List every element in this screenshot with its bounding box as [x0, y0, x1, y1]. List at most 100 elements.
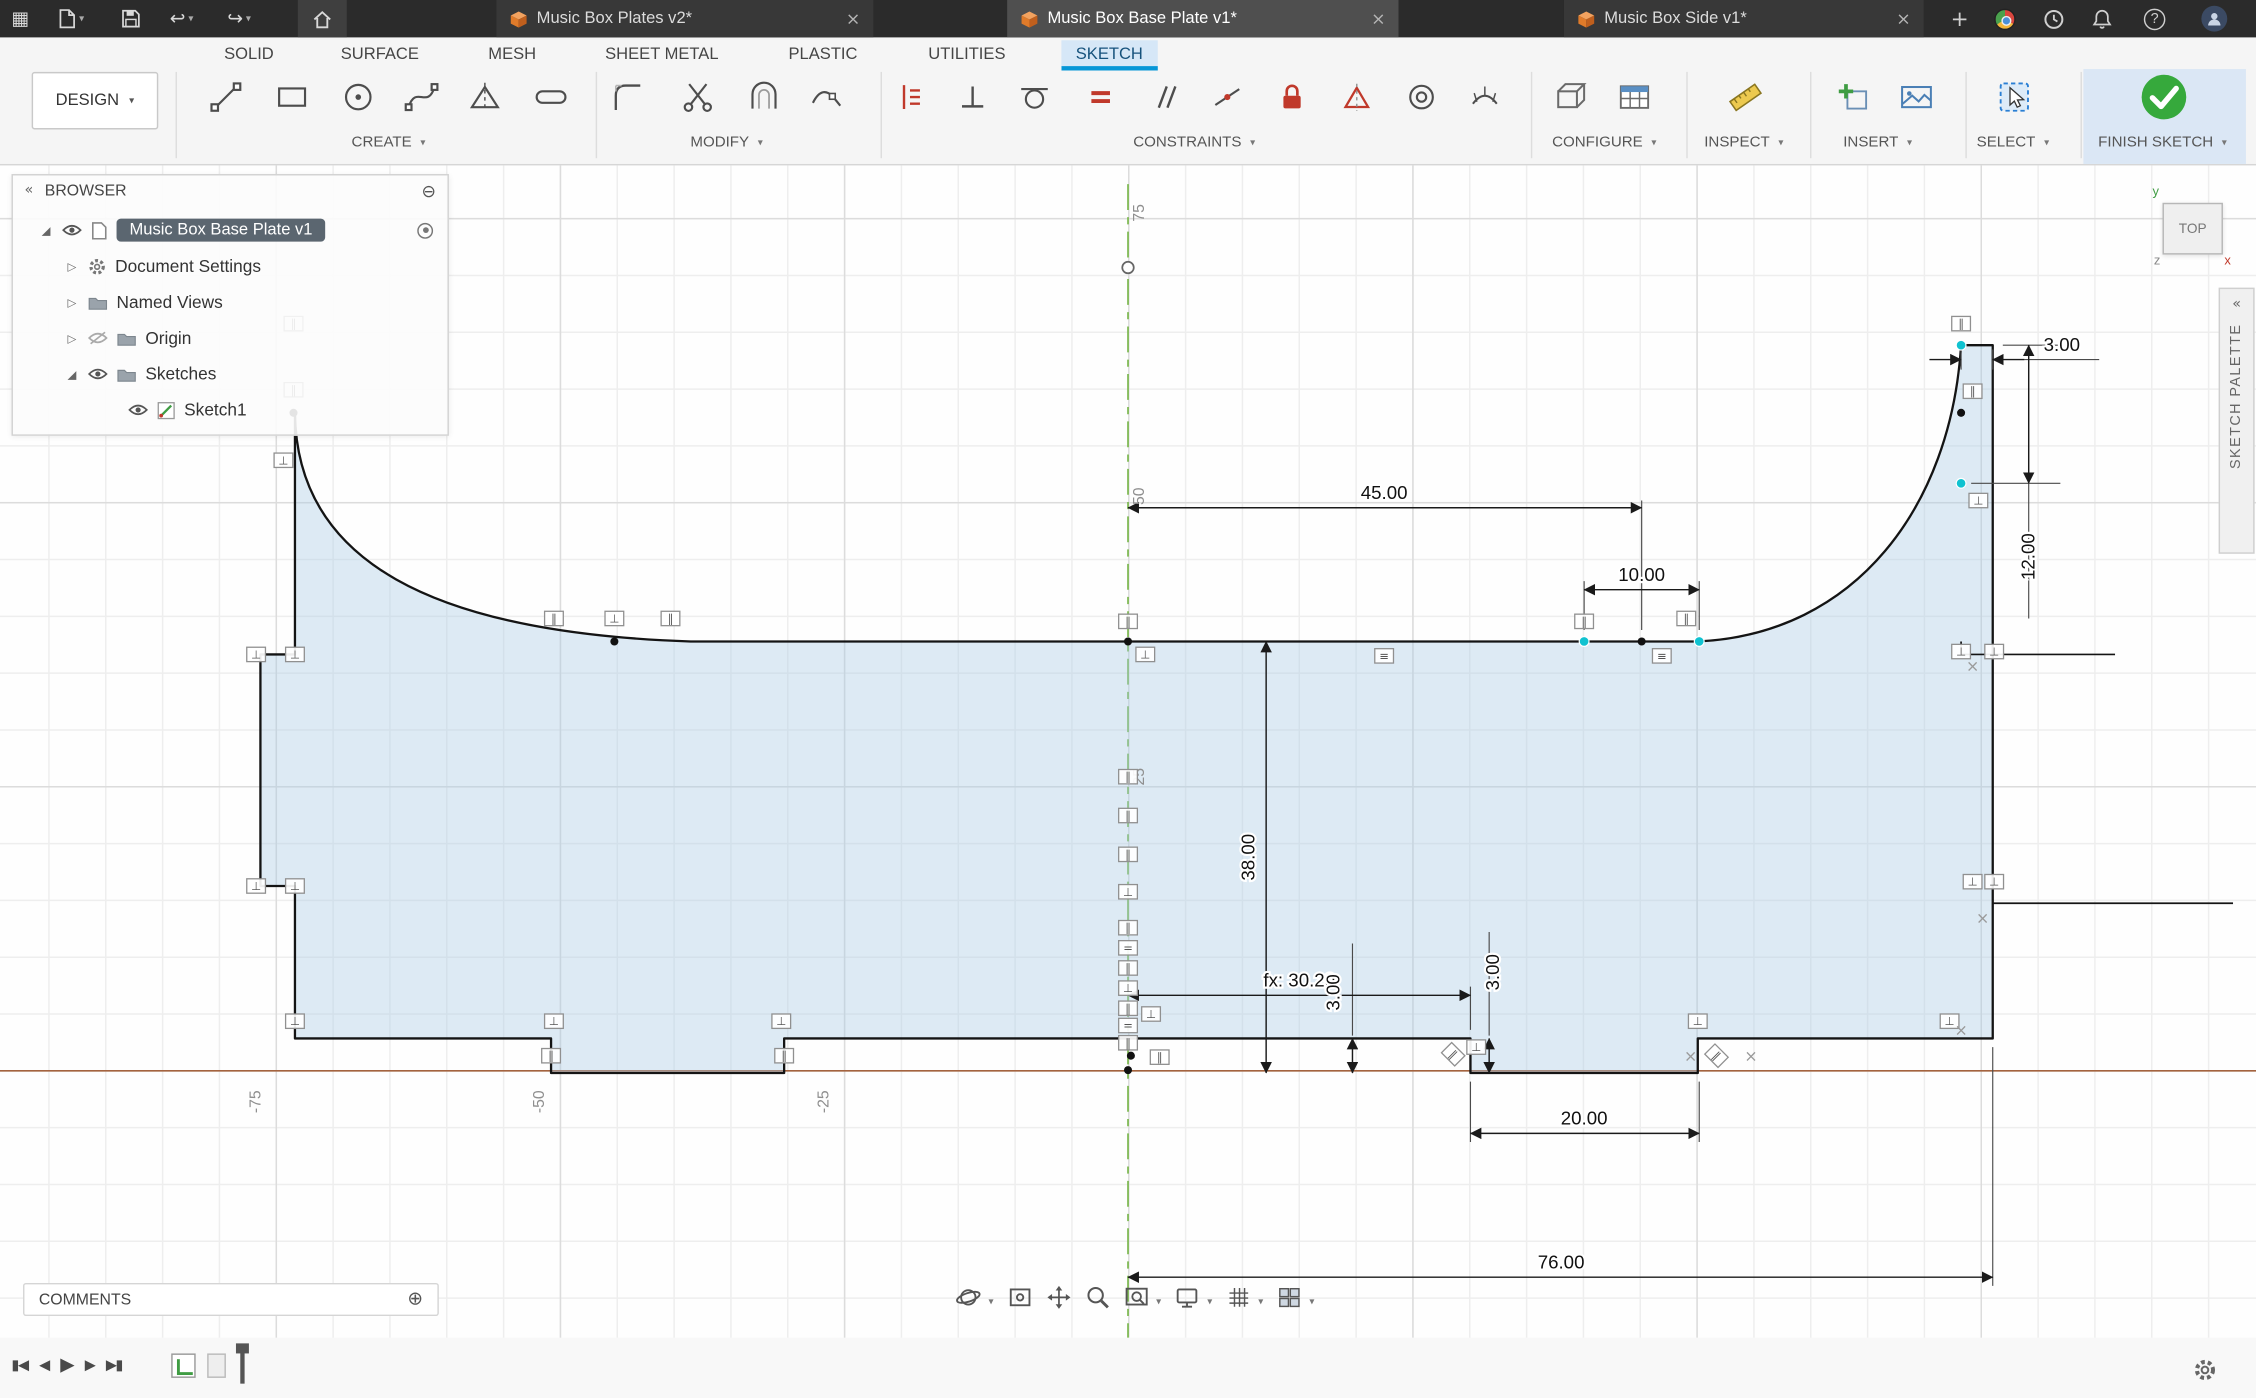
close-tab-icon[interactable]: × — [1896, 9, 1910, 29]
activate-component-radio[interactable] — [417, 222, 433, 238]
constraint-badge-icon[interactable]: ∥ — [1119, 961, 1138, 975]
constraint-badge-icon[interactable]: ∥ — [1119, 769, 1138, 783]
tab-plastic[interactable]: PLASTIC — [774, 40, 872, 70]
timeline-playhead[interactable] — [240, 1346, 244, 1383]
constraint-badge-icon[interactable]: ⊥ — [605, 611, 624, 625]
constraint-badge-icon[interactable]: ∥ — [1119, 614, 1138, 628]
timeline-go-to-end-button[interactable]: ▶▮ — [106, 1357, 122, 1373]
constraint-badge-icon[interactable]: ⊥ — [1963, 874, 1982, 888]
sketch-spline-button[interactable] — [403, 78, 440, 123]
comments-bar[interactable]: COMMENTS ⊕ — [23, 1283, 439, 1316]
close-tab-icon[interactable]: × — [1371, 9, 1385, 29]
home-button[interactable] — [298, 0, 347, 37]
constraint-badge-icon[interactable]: ∥ — [661, 611, 680, 625]
sketch-mark-icon[interactable]: × — [1954, 1021, 1967, 1040]
curvature-constraint-button[interactable] — [1468, 80, 1503, 122]
design-workspace-selector[interactable]: DESIGN ▾ — [32, 72, 159, 130]
group-select[interactable]: SELECT▾ — [1977, 134, 2049, 151]
constraint-badge-icon[interactable]: ∥ — [1677, 611, 1696, 625]
orbit-button[interactable] — [955, 1284, 981, 1317]
constraint-badge-icon[interactable]: ⊥ — [274, 453, 293, 467]
timeline-sketch-feature[interactable] — [171, 1353, 195, 1377]
break-button[interactable] — [807, 78, 844, 123]
active-component-label[interactable]: Music Box Base Plate v1 — [117, 219, 326, 242]
dimension-3-thickness[interactable]: 3.00 — [1323, 974, 1344, 1010]
construction-endpoint[interactable] — [1122, 262, 1134, 274]
undo-button[interactable]: ↩ ▾ — [170, 0, 194, 37]
new-document-tab-button[interactable]: + — [1942, 0, 1977, 37]
constraint-badge-icon[interactable]: ∥ — [545, 611, 564, 625]
expand-arrow-icon[interactable]: ▷ — [65, 260, 79, 273]
group-constraints[interactable]: CONSTRAINTS▾ — [1133, 134, 1255, 151]
browser-row-origin[interactable]: ▷ Origin — [13, 321, 448, 356]
viewcube-top-face[interactable]: TOP — [2163, 203, 2223, 255]
expand-palette-icon[interactable]: « — [2232, 296, 2241, 312]
perpendicular-constraint-button[interactable] — [955, 80, 990, 122]
tab-utilities[interactable]: UTILITIES — [914, 40, 1020, 70]
timeline-feature-slot[interactable] — [207, 1353, 226, 1377]
tab-mesh[interactable]: MESH — [474, 40, 551, 70]
constraint-badge-icon[interactable]: ⊥ — [1688, 1014, 1707, 1028]
horizontal-vertical-constraint-button[interactable] — [892, 80, 927, 122]
constraint-badge-icon[interactable]: ∥ — [1963, 384, 1982, 398]
constraint-badge-icon[interactable]: ⊥ — [1985, 874, 2004, 888]
constraint-badge-icon[interactable]: ⊥ — [772, 1014, 791, 1028]
look-at-button[interactable] — [1006, 1284, 1032, 1317]
group-insert[interactable]: INSERT▾ — [1843, 134, 1912, 151]
sketch-rectangle-button[interactable] — [273, 78, 310, 123]
constraint-badge-icon[interactable]: ⊥ — [1119, 885, 1138, 899]
configuration-table-button[interactable] — [1616, 78, 1653, 123]
redo-button[interactable]: ↪ ▾ — [227, 0, 251, 37]
constraint-badge-icon[interactable]: ∥ — [1150, 1050, 1169, 1064]
visibility-off-eye-icon[interactable] — [88, 331, 108, 345]
extensions-button[interactable] — [1994, 0, 2016, 37]
sketch-palette-tab[interactable]: « SKETCH PALETTE — [2219, 288, 2255, 554]
sketch-mark-icon[interactable]: × — [1966, 657, 1979, 676]
constraint-badge-icon[interactable]: ∥ — [1952, 316, 1971, 330]
tab-sheet-metal[interactable]: SHEET METAL — [591, 40, 733, 70]
constraint-badge-icon[interactable]: ∥ — [1119, 808, 1138, 822]
add-comment-icon[interactable]: ⊕ — [407, 1289, 423, 1311]
configure-button[interactable] — [1552, 78, 1589, 123]
fit-button[interactable] — [1123, 1284, 1149, 1317]
visibility-eye-icon[interactable] — [62, 223, 82, 237]
dimension-38[interactable]: 38.00 — [1238, 834, 1259, 881]
caret-down-icon[interactable]: ▾ — [1309, 1295, 1314, 1307]
constraint-badge-icon[interactable]: ∥ — [775, 1049, 794, 1063]
notifications-button[interactable] — [2092, 0, 2112, 37]
expand-arrow-icon[interactable]: ▷ — [65, 332, 79, 345]
zoom-button[interactable] — [1084, 1284, 1110, 1317]
display-settings-button[interactable] — [1174, 1284, 1200, 1317]
parallel-constraint-button[interactable] — [1148, 80, 1183, 122]
dimension-20[interactable]: 20.00 — [1561, 1108, 1608, 1129]
constraint-badge-icon[interactable]: ∥ — [1119, 921, 1138, 935]
grid-settings-button[interactable] — [1225, 1284, 1251, 1317]
offset-button[interactable] — [745, 78, 782, 123]
browser-display-toggle-icon[interactable]: ⊖ — [421, 181, 435, 201]
expand-arrow-icon[interactable]: ◢ — [39, 224, 53, 237]
browser-item-label[interactable]: Document Settings — [115, 256, 261, 276]
constraint-badge-icon[interactable]: ⊥ — [247, 879, 266, 893]
trim-button[interactable] — [679, 78, 716, 123]
constraint-badge-icon[interactable]: = — [1119, 1018, 1138, 1032]
sketch-slot-button[interactable] — [532, 78, 569, 123]
constraint-badge-icon[interactable]: ∥ — [1441, 1043, 1464, 1066]
fillet-button[interactable] — [609, 78, 646, 123]
constraint-badge-icon[interactable]: ⊥ — [286, 647, 305, 661]
fix-constraint-button[interactable] — [1275, 80, 1310, 122]
save-button[interactable] — [121, 0, 141, 37]
constraint-badge-icon[interactable]: ∥ — [1575, 614, 1594, 628]
browser-item-label[interactable]: Origin — [145, 328, 191, 348]
visibility-eye-icon[interactable] — [88, 367, 108, 381]
constraint-badge-icon[interactable]: ∥ — [1119, 1036, 1138, 1050]
close-tab-icon[interactable]: × — [846, 9, 860, 29]
sketch-circle-button[interactable] — [340, 78, 377, 123]
caret-down-icon[interactable]: ▾ — [988, 1295, 993, 1307]
measure-button[interactable] — [1727, 78, 1764, 123]
finish-sketch-button[interactable] — [2138, 71, 2190, 130]
group-create[interactable]: CREATE▾ — [352, 134, 426, 151]
constraint-badge-icon[interactable]: = — [1119, 941, 1138, 955]
midpoint-constraint-button[interactable] — [1210, 80, 1245, 122]
browser-row-named-views[interactable]: ▷ Named Views — [13, 285, 448, 320]
browser-item-label[interactable]: Sketches — [145, 364, 216, 384]
